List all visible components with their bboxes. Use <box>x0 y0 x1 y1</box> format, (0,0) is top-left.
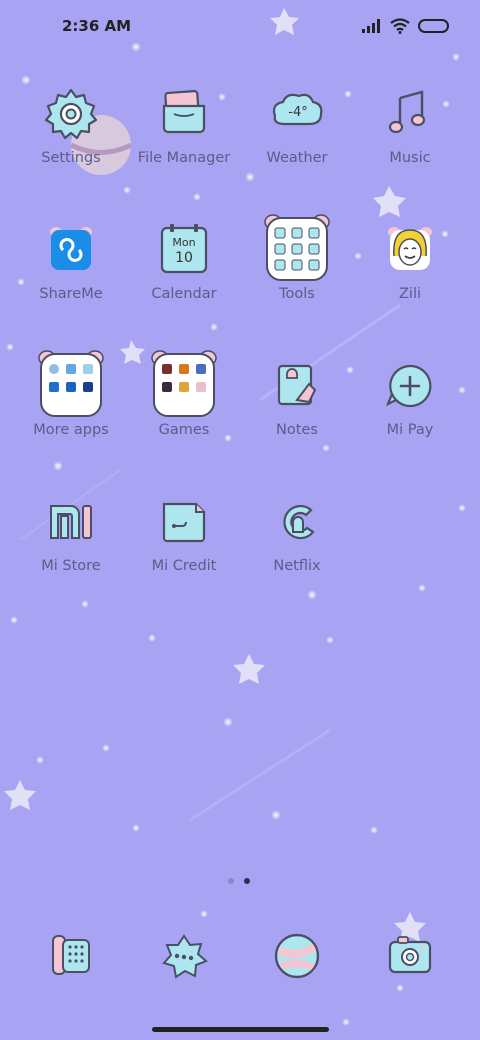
more-apps-folder-icon <box>37 348 105 418</box>
dock-browser[interactable] <box>267 926 327 986</box>
app-file-manager[interactable]: File Manager <box>128 84 240 204</box>
app-label: Mi Credit <box>151 558 217 574</box>
messages-icon <box>162 934 208 979</box>
page-dot[interactable] <box>228 878 234 884</box>
app-mi-credit[interactable]: Mi Credit <box>128 492 240 612</box>
app-label: Mi Pay <box>386 422 434 438</box>
dock-messages[interactable] <box>154 926 214 986</box>
app-calendar[interactable]: Mon 10 Calendar <box>128 220 240 340</box>
app-shareme[interactable]: ShareMe <box>15 220 127 340</box>
app-label: Weather <box>266 150 328 166</box>
folder-more-apps[interactable]: More apps <box>15 350 127 476</box>
battery-icon <box>418 19 449 33</box>
app-mi-store[interactable]: Mi Store <box>15 492 127 612</box>
app-label: Notes <box>276 422 318 438</box>
folder-icon <box>154 84 214 144</box>
page-indicator <box>228 878 250 884</box>
dock-camera[interactable] <box>380 926 440 986</box>
mi-credit-icon <box>154 492 214 552</box>
folder-tools[interactable]: Tools <box>241 214 353 340</box>
star-decoration <box>4 780 36 810</box>
tools-folder-icon <box>263 212 331 282</box>
mi-store-icon <box>41 492 101 552</box>
app-label: Calendar <box>151 286 217 302</box>
app-label: ShareMe <box>39 286 103 302</box>
app-label: More apps <box>33 422 109 438</box>
app-label: Mi Store <box>41 558 101 574</box>
phone-icon <box>52 935 90 975</box>
status-clock: 2:36 AM <box>62 17 132 35</box>
app-settings[interactable]: Settings <box>15 84 127 204</box>
signal-icon <box>362 19 380 33</box>
camera-icon <box>388 936 432 974</box>
home-indicator[interactable] <box>152 1027 329 1032</box>
browser-icon <box>274 933 320 979</box>
app-label: Games <box>158 422 210 438</box>
app-label: File Manager <box>137 150 231 166</box>
app-label: Music <box>389 150 431 166</box>
status-icons <box>362 18 450 34</box>
star-decoration <box>233 654 265 684</box>
status-bar: 2:36 AM <box>0 0 480 56</box>
app-weather[interactable]: -4° Weather <box>241 84 353 204</box>
zili-icon <box>380 220 440 280</box>
mi-pay-icon <box>380 356 440 416</box>
app-netflix[interactable]: Netflix <box>241 492 353 612</box>
calendar-icon: Mon 10 <box>154 220 214 280</box>
cloud-icon: -4° <box>267 84 327 144</box>
app-zili[interactable]: Zili <box>354 220 466 340</box>
gear-icon <box>41 84 101 144</box>
music-note-icon <box>380 84 440 144</box>
weather-temperature: -4° <box>288 105 307 120</box>
app-label: Tools <box>279 286 315 302</box>
calendar-date: 10 <box>175 250 193 266</box>
app-label: Netflix <box>273 558 321 574</box>
app-notes[interactable]: Notes <box>241 356 353 476</box>
games-folder-icon <box>150 348 218 418</box>
wifi-icon <box>390 18 410 34</box>
page-dot-active[interactable] <box>244 878 250 884</box>
folder-games[interactable]: Games <box>128 350 240 476</box>
calendar-day: Mon <box>172 236 195 249</box>
netflix-icon <box>267 492 327 552</box>
app-mi-pay[interactable]: Mi Pay <box>354 356 466 476</box>
shareme-icon <box>41 220 101 280</box>
app-label: Zili <box>398 286 422 302</box>
app-label: Settings <box>41 150 101 166</box>
app-music[interactable]: Music <box>354 84 466 204</box>
dock-phone[interactable] <box>41 926 101 986</box>
notes-icon <box>267 356 327 416</box>
